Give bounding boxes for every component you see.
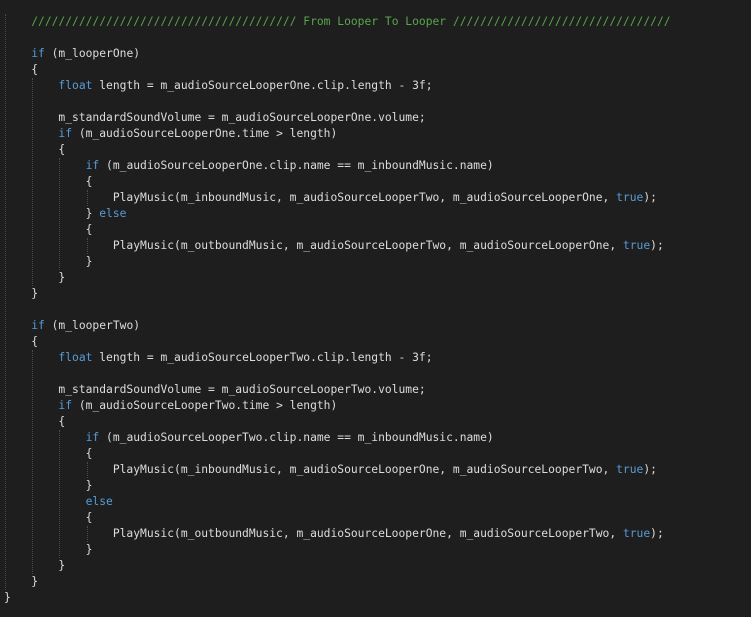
code-line[interactable]: if (m_audioSourceLooperTwo.time > length…: [4, 398, 337, 414]
code-line[interactable]: float length = m_audioSourceLooperOne.cl…: [4, 78, 433, 94]
code-token: );: [650, 527, 664, 540]
code-line[interactable]: {: [4, 414, 65, 430]
code-line[interactable]: m_standardSoundVolume = m_audioSourceLoo…: [4, 110, 426, 126]
keyword-token: if: [31, 47, 45, 60]
code-token: {: [85, 447, 93, 460]
code-token: (m_audioSourceLooperOne.clip.name == m_i…: [99, 159, 494, 172]
keyword-token: float: [58, 79, 93, 92]
code-token: }: [58, 559, 66, 572]
keyword-token: true: [622, 527, 651, 540]
code-line[interactable]: else: [4, 494, 113, 510]
code-token: }: [85, 207, 100, 220]
code-line[interactable]: }: [4, 270, 65, 286]
code-line[interactable]: }: [4, 590, 11, 606]
code-token: (m_audioSourceLooperOne.time > length): [72, 127, 338, 140]
code-token: (m_audioSourceLooperTwo.clip.name == m_i…: [99, 431, 494, 444]
code-line[interactable]: {: [4, 142, 65, 158]
code-token: length = m_audioSourceLooperOne.clip.len…: [92, 79, 433, 92]
keyword-token: true: [616, 191, 644, 204]
code-line[interactable]: }: [4, 478, 93, 494]
code-token: }: [58, 271, 66, 284]
code-line[interactable]: }: [4, 286, 38, 302]
keyword-token: if: [58, 399, 73, 412]
code-line[interactable]: {: [4, 446, 93, 462]
code-token: PlayMusic(m_inboundMusic, m_audioSourceL…: [112, 191, 617, 204]
code-token: {: [85, 223, 93, 236]
code-token: PlayMusic(m_inboundMusic, m_audioSourceL…: [112, 463, 617, 476]
keyword-token: else: [99, 207, 127, 220]
code-line[interactable]: /////////////////////////////////////// …: [4, 14, 671, 30]
code-line[interactable]: if (m_looperTwo): [4, 318, 140, 334]
code-line[interactable]: }: [4, 574, 38, 590]
code-token: }: [85, 255, 93, 268]
keyword-token: true: [616, 463, 644, 476]
code-token: {: [85, 175, 93, 188]
code-line[interactable]: {: [4, 222, 93, 238]
code-line[interactable]: }: [4, 542, 93, 558]
code-token: (m_looperOne): [44, 47, 141, 60]
code-token: }: [31, 575, 39, 588]
code-line[interactable]: PlayMusic(m_outboundMusic, m_audioSource…: [4, 526, 664, 542]
code-token: );: [650, 239, 664, 252]
keyword-token: if: [31, 319, 45, 332]
code-token: }: [85, 479, 93, 492]
code-token: }: [4, 591, 11, 604]
code-line[interactable]: } else: [4, 206, 127, 222]
code-token: (m_audioSourceLooperTwo.time > length): [72, 399, 338, 412]
keyword-token: if: [58, 127, 73, 140]
code-token: {: [58, 143, 66, 156]
comment-token: /////////////////////////////////////// …: [31, 15, 671, 28]
code-line[interactable]: PlayMusic(m_inboundMusic, m_audioSourceL…: [4, 462, 657, 478]
code-token: }: [85, 543, 93, 556]
code-token: (m_looperTwo): [44, 319, 141, 332]
code-line[interactable]: {: [4, 334, 38, 350]
code-token: );: [643, 191, 657, 204]
code-line[interactable]: PlayMusic(m_inboundMusic, m_audioSourceL…: [4, 190, 657, 206]
code-line[interactable]: PlayMusic(m_outboundMusic, m_audioSource…: [4, 238, 664, 254]
keyword-token: if: [85, 431, 100, 444]
code-line[interactable]: }: [4, 558, 65, 574]
code-line[interactable]: if (m_audioSourceLooperTwo.clip.name == …: [4, 430, 494, 446]
code-token: m_standardSoundVolume = m_audioSourceLoo…: [58, 383, 426, 396]
code-token: PlayMusic(m_outboundMusic, m_audioSource…: [112, 239, 623, 252]
code-line[interactable]: float length = m_audioSourceLooperTwo.cl…: [4, 350, 433, 366]
code-line[interactable]: {: [4, 510, 93, 526]
code-token: }: [31, 287, 39, 300]
keyword-token: true: [622, 239, 651, 252]
code-line[interactable]: if (m_audioSourceLooperOne.clip.name == …: [4, 158, 494, 174]
code-line[interactable]: }: [4, 254, 93, 270]
keyword-token: float: [58, 351, 93, 364]
code-line[interactable]: {: [4, 174, 93, 190]
code-token: PlayMusic(m_outboundMusic, m_audioSource…: [112, 527, 623, 540]
code-line[interactable]: {: [4, 62, 38, 78]
code-token: {: [31, 63, 39, 76]
code-line[interactable]: if (m_audioSourceLooperOne.time > length…: [4, 126, 337, 142]
keyword-token: else: [85, 495, 113, 508]
code-token: {: [58, 415, 66, 428]
code-token: {: [85, 511, 93, 524]
code-token: {: [31, 335, 39, 348]
code-line[interactable]: m_standardSoundVolume = m_audioSourceLoo…: [4, 382, 426, 398]
code-token: m_standardSoundVolume = m_audioSourceLoo…: [58, 111, 426, 124]
code-editor[interactable]: /////////////////////////////////////// …: [0, 0, 751, 617]
code-token: length = m_audioSourceLooperTwo.clip.len…: [92, 351, 433, 364]
code-token: );: [643, 463, 657, 476]
code-line[interactable]: if (m_looperOne): [4, 46, 140, 62]
keyword-token: if: [85, 159, 100, 172]
